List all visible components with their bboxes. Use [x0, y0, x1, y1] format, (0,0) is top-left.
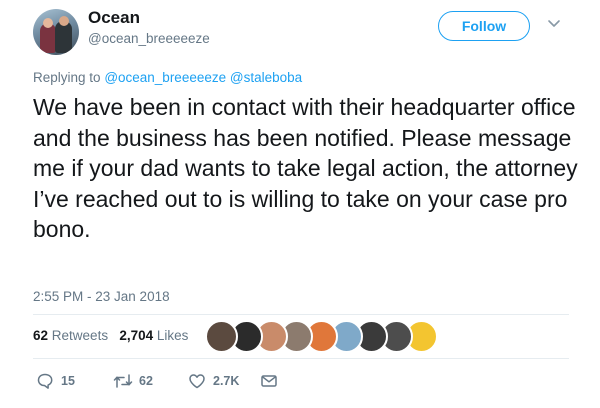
tweet-stats: 62 Retweets 2,704 Likes — [33, 328, 188, 343]
replying-to-label: Replying to — [33, 70, 101, 85]
tweet-timestamp[interactable]: 2:55 PM - 23 Jan 2018 — [33, 289, 170, 304]
retweet-count: 62 — [139, 374, 153, 388]
reply-icon — [37, 373, 53, 389]
display-name[interactable]: Ocean — [88, 8, 140, 28]
liker-avatar[interactable] — [205, 320, 238, 353]
replying-to: Replying to @ocean_breeeeeze @staleboba — [33, 70, 302, 85]
chevron-down-icon[interactable] — [547, 16, 561, 30]
follow-button[interactable]: Follow — [438, 11, 530, 41]
tweet-card: Ocean @ocean_breeeeeze Follow Replying t… — [0, 0, 600, 408]
like-count: 2.7K — [213, 374, 240, 388]
divider — [33, 314, 569, 315]
user-handle[interactable]: @ocean_breeeeeze — [88, 31, 210, 46]
retweets-stat[interactable]: 62 Retweets — [33, 328, 108, 343]
direct-message-action[interactable] — [260, 372, 280, 390]
retweet-icon — [113, 374, 133, 388]
divider — [33, 358, 569, 359]
heart-icon — [189, 374, 205, 389]
reply-count: 15 — [61, 374, 75, 388]
reply-action[interactable]: 15 — [36, 372, 76, 390]
envelope-icon — [261, 375, 277, 387]
retweet-action[interactable]: 62 — [113, 372, 163, 390]
like-action[interactable]: 2.7K — [188, 372, 248, 390]
avatar[interactable] — [33, 9, 79, 55]
mention-link[interactable]: @staleboba — [230, 70, 302, 85]
mention-link[interactable]: @ocean_breeeeeze — [104, 70, 226, 85]
likes-stat[interactable]: 2,704 Likes — [119, 328, 188, 343]
tweet-text: We have been in contact with their headq… — [33, 94, 578, 242]
